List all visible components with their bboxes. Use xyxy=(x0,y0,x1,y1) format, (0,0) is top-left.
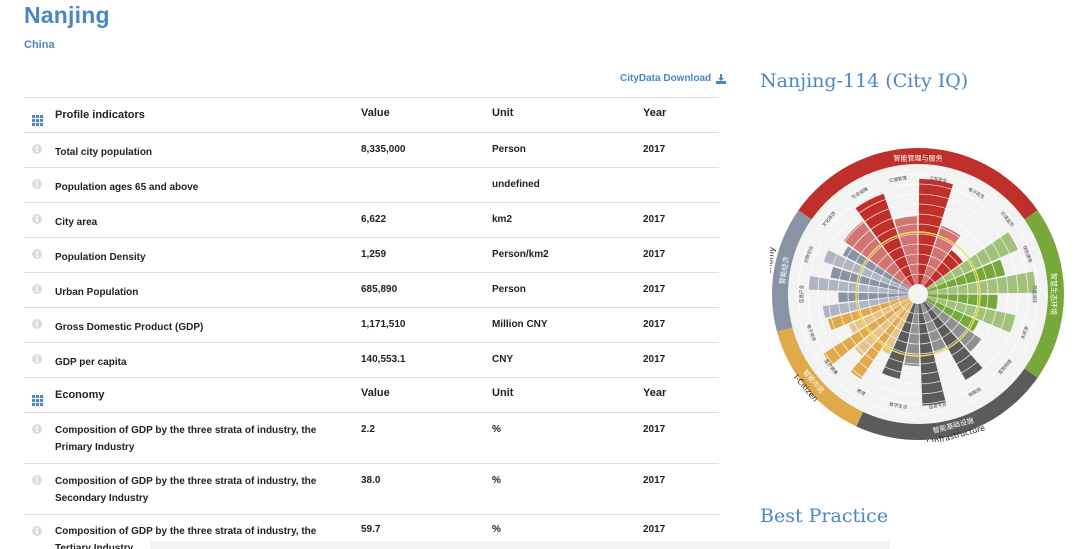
row-value: 6,622 xyxy=(361,214,387,225)
row-unit: % xyxy=(492,475,501,486)
row-name: Total city population xyxy=(55,147,153,158)
row-value xyxy=(361,168,492,202)
profile-header-row: Profile indicators Value Unit Year xyxy=(24,97,719,132)
sector-cn-label: 智慧生态环境 xyxy=(1050,273,1059,315)
country-link[interactable]: China xyxy=(24,39,55,51)
row-unit: undefined xyxy=(492,179,540,190)
row-unit: Person/km2 xyxy=(492,249,549,260)
info-icon[interactable]: i xyxy=(32,144,42,154)
row-value: 140,553.1 xyxy=(361,354,406,365)
row-name: Composition of GDP by the three strata o… xyxy=(55,425,317,453)
table-row: i GDP per capita 140,553.1 CNY 2017 xyxy=(24,342,719,377)
info-icon[interactable]: i xyxy=(32,526,42,536)
city-iq-radial-chart[interactable]: 文化旅游社会保障交通管理 公共安全电子政务环境监测绿色建筑节能减排水资源宽带网络物… xyxy=(770,146,1066,442)
table-row: i Population ages 65 and above undefined xyxy=(24,167,719,202)
row-value: 685,890 xyxy=(361,284,398,295)
row-name: Urban Population xyxy=(55,287,139,298)
sector-name: I-Eco-Environment xyxy=(1065,257,1066,331)
header-value: Value xyxy=(361,107,390,119)
row-unit: Person xyxy=(492,284,526,295)
download-icon xyxy=(716,73,727,84)
row-unit: km2 xyxy=(492,214,513,225)
row-year: 2017 xyxy=(643,319,666,330)
download-label: CityData Download xyxy=(620,73,712,84)
row-value: 1,259 xyxy=(361,249,387,260)
header-name: Profile indicators xyxy=(55,109,145,121)
info-icon[interactable]: i xyxy=(32,354,42,364)
header-name: Economy xyxy=(55,389,105,401)
city-iq-title: Nanjing-114 (City IQ) xyxy=(760,70,969,92)
table-row: i Population Density 1,259 Person/km2 20… xyxy=(24,237,719,272)
page-bottom-fade xyxy=(150,541,890,549)
info-icon[interactable]: i xyxy=(32,179,42,189)
best-practice-title: Best Practice xyxy=(760,505,889,527)
info-icon[interactable]: i xyxy=(32,319,42,329)
info-icon[interactable]: i xyxy=(32,284,42,294)
row-year: 2017 xyxy=(643,424,666,435)
row-year: 2017 xyxy=(643,354,666,365)
info-icon[interactable]: i xyxy=(32,249,42,259)
row-name: GDP per capita xyxy=(55,357,127,368)
row-name: Composition of GDP by the three strata o… xyxy=(55,476,317,504)
table-row: i Composition of GDP by the three strata… xyxy=(24,463,719,514)
table-row: i Gross Domestic Product (GDP) 1,171,510… xyxy=(24,307,719,342)
grid-icon xyxy=(32,395,43,406)
info-icon[interactable]: i xyxy=(32,424,42,434)
row-year: 2017 xyxy=(643,249,666,260)
header-unit: Unit xyxy=(492,107,514,119)
sector-cn-label: 智能管理与服务 xyxy=(894,154,943,163)
row-year: 2017 xyxy=(643,475,666,486)
table-row: i Composition of GDP by the three strata… xyxy=(24,412,719,463)
row-name: Gross Domestic Product (GDP) xyxy=(55,322,204,333)
row-value: 38.0 xyxy=(361,475,381,486)
row-year: 2017 xyxy=(643,214,666,225)
row-unit: CNY xyxy=(492,354,514,365)
row-year: 2017 xyxy=(643,284,666,295)
info-icon[interactable]: i xyxy=(32,214,42,224)
row-name: City area xyxy=(55,217,98,228)
grid-icon xyxy=(32,115,43,126)
row-unit: Person xyxy=(492,144,526,155)
citydata-download-link[interactable]: CityData Download xyxy=(620,73,727,84)
header-year: Year xyxy=(643,387,667,399)
indicator-label: 节能减排 xyxy=(1031,285,1038,303)
row-value: 8,335,000 xyxy=(361,144,406,155)
header-value: Value xyxy=(361,387,390,399)
city-title: Nanjing xyxy=(24,2,110,28)
table-row: i Total city population 8,335,000 Person… xyxy=(24,132,719,167)
row-unit: Million CNY xyxy=(492,319,548,330)
row-name: Population ages 65 and above xyxy=(55,182,199,193)
indicator-table: Profile indicators Value Unit Year i Tot… xyxy=(24,97,719,549)
row-name: Population Density xyxy=(55,252,146,263)
table-row: i Urban Population 685,890 Person 2017 xyxy=(24,272,719,307)
table-row: i City area 6,622 km2 2017 xyxy=(24,202,719,237)
row-unit: % xyxy=(492,424,501,435)
radial-background xyxy=(788,164,1048,424)
row-year: 2017 xyxy=(643,144,666,155)
sector-name: I-Governance xyxy=(891,146,945,147)
info-icon[interactable]: i xyxy=(32,475,42,485)
indicator-label: 信息产业 xyxy=(798,285,805,303)
header-unit: Unit xyxy=(492,387,514,399)
row-value: 1,171,510 xyxy=(361,319,406,330)
header-year: Year xyxy=(643,107,667,119)
row-year xyxy=(643,168,719,202)
economy-header-row: Economy Value Unit Year xyxy=(24,377,719,412)
row-value: 2.2 xyxy=(361,424,375,435)
